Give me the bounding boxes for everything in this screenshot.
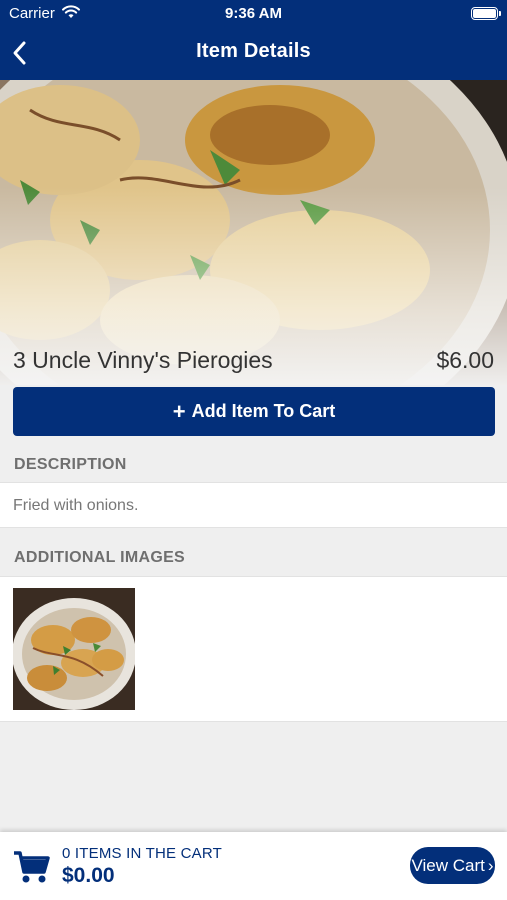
pierogi-thumbnail-photo	[13, 588, 135, 710]
item-hero-image	[0, 80, 507, 385]
description-section-header: DESCRIPTION	[14, 456, 127, 473]
view-cart-button[interactable]: View Cart ›	[410, 847, 495, 884]
item-name: 3 Uncle Vinny's Pierogies	[13, 347, 273, 373]
view-cart-label: View Cart	[411, 855, 485, 875]
additional-images-section-header: ADDITIONAL IMAGES	[14, 549, 186, 566]
status-bar: Carrier 9:36 AM	[0, 0, 507, 28]
additional-images-row	[0, 576, 507, 722]
navigation-header: Carrier 9:36 AM Item Details	[0, 0, 507, 80]
chevron-right-icon: ›	[487, 855, 494, 875]
item-price: $6.00	[436, 347, 494, 373]
description-text: Fried with onions.	[13, 497, 139, 514]
status-time: 9:36 AM	[225, 5, 282, 22]
cart-item-count: 0 ITEMS IN THE CART	[62, 845, 222, 862]
add-item-to-cart-button[interactable]: + Add Item To Cart	[13, 387, 495, 436]
additional-image-thumbnail[interactable]	[13, 588, 135, 710]
cart-footer: 0 ITEMS IN THE CART $0.00 View Cart ›	[0, 832, 507, 900]
shopping-cart-icon	[14, 851, 50, 883]
cart-total: $0.00	[62, 864, 115, 887]
description-row: Fried with onions.	[0, 482, 507, 528]
hero-gradient-overlay	[0, 80, 507, 385]
page-title: Item Details	[196, 40, 311, 62]
plus-icon: +	[172, 398, 186, 424]
add-item-to-cart-label: Add Item To Cart	[191, 401, 336, 421]
battery-icon	[471, 7, 501, 20]
